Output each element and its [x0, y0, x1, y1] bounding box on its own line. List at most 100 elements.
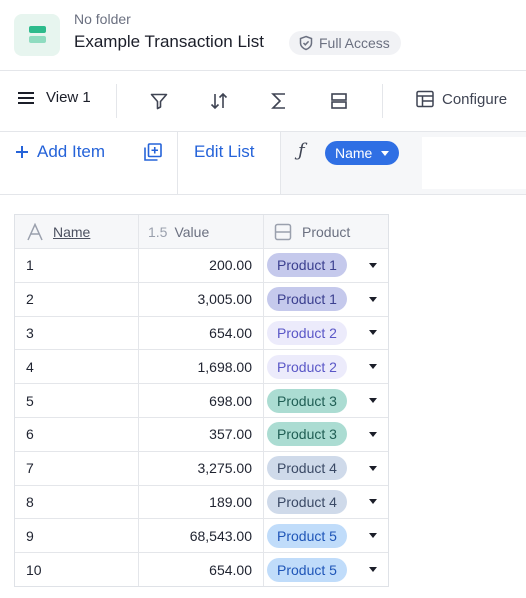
list-title[interactable]: Example Transaction List [74, 32, 264, 52]
product-cell[interactable]: Product 4 [264, 486, 388, 519]
list-app-icon [14, 14, 60, 56]
product-cell[interactable]: Product 2 [264, 317, 388, 350]
name-cell[interactable]: 2 [15, 282, 139, 316]
name-cell[interactable]: 7 [15, 451, 139, 485]
value-cell[interactable]: 698.00 [139, 384, 264, 417]
formula-bar: ƒ Name [280, 132, 526, 194]
chevron-down-icon[interactable] [369, 330, 377, 336]
product-cell[interactable]: Product 5 [264, 519, 388, 552]
value-cell[interactable]: 189.00 [139, 485, 264, 519]
value-cell[interactable]: 357.00 [139, 417, 264, 451]
add-multiple-button[interactable] [144, 143, 162, 166]
product-cell[interactable]: Product 3 [264, 418, 388, 451]
chevron-down-icon[interactable] [369, 431, 377, 437]
header: No folder Example Transaction List Full … [0, 0, 526, 70]
product-chip: Product 1 [267, 287, 347, 312]
chevron-down-icon[interactable] [369, 499, 377, 505]
toolbar: View 1 Configure [0, 71, 526, 131]
add-multiple-icon [144, 143, 162, 161]
value-cell[interactable]: 68,543.00 [139, 519, 264, 553]
product-cell[interactable]: Product 1 [264, 249, 388, 282]
chevron-down-icon[interactable] [369, 364, 377, 370]
access-badge[interactable]: Full Access [289, 31, 401, 55]
table-row[interactable]: 6 357.00 Product 3 [15, 416, 388, 451]
text-type-icon [27, 222, 43, 240]
view-selector-button[interactable]: View 1 [18, 89, 91, 106]
table-row[interactable]: 8 189.00 Product 4 [15, 484, 388, 519]
name-cell[interactable]: 9 [15, 519, 139, 553]
formula-icon: ƒ [298, 140, 305, 161]
value-cell[interactable]: 654.00 [139, 553, 264, 586]
product-chip: Product 4 [267, 456, 347, 481]
filter-icon [150, 93, 168, 110]
add-item-button[interactable]: Add Item [15, 142, 105, 162]
toolbar-separator [116, 84, 117, 118]
product-chip: Product 3 [267, 422, 347, 447]
summary-button[interactable] [270, 91, 288, 111]
access-label: Full Access [319, 35, 390, 51]
chevron-down-icon[interactable] [369, 398, 377, 404]
chevron-down-icon[interactable] [369, 465, 377, 471]
product-cell[interactable]: Product 2 [264, 350, 388, 383]
product-chip: Product 5 [267, 557, 347, 582]
group-button[interactable] [330, 91, 348, 111]
product-cell[interactable]: Product 1 [264, 283, 388, 316]
action-bar: Add Item Edit List ƒ Name [0, 132, 526, 194]
table-row[interactable]: 9 68,543.00 Product 5 [15, 518, 388, 553]
product-cell[interactable]: Product 3 [264, 384, 388, 417]
name-cell[interactable]: 3 [15, 316, 139, 350]
name-cell[interactable]: 8 [15, 485, 139, 519]
sort-button[interactable] [209, 91, 229, 111]
toolbar-separator [382, 84, 383, 118]
column-label: Value [174, 223, 210, 240]
product-chip: Product 5 [267, 523, 347, 548]
name-cell[interactable]: 1 [15, 249, 139, 282]
table-row[interactable]: 7 3,275.00 Product 4 [15, 450, 388, 485]
value-cell[interactable]: 200.00 [139, 249, 264, 282]
name-cell[interactable]: 4 [15, 350, 139, 384]
product-chip: Product 1 [267, 253, 347, 278]
sum-icon [271, 93, 285, 109]
folder-label[interactable]: No folder [74, 11, 131, 27]
configure-button[interactable]: Configure [415, 89, 507, 109]
name-cell[interactable]: 5 [15, 384, 139, 417]
shield-check-icon [299, 35, 313, 51]
value-cell[interactable]: 654.00 [139, 316, 264, 350]
table-row[interactable]: 1 200.00 Product 1 [15, 248, 388, 282]
value-cell[interactable]: 3,005.00 [139, 282, 264, 316]
chevron-down-icon[interactable] [369, 262, 377, 268]
chevron-down-icon[interactable] [369, 533, 377, 539]
column-header-name[interactable]: Name [15, 215, 139, 248]
product-chip: Product 2 [267, 354, 347, 379]
actionbar-divider [0, 194, 526, 195]
table-row[interactable]: 4 1,698.00 Product 2 [15, 349, 388, 384]
select-type-icon [274, 223, 292, 240]
plus-icon [16, 146, 28, 158]
name-cell[interactable]: 10 [15, 553, 139, 586]
group-icon [331, 93, 347, 109]
product-cell[interactable]: Product 5 [264, 553, 388, 586]
actionbar-separator [280, 132, 281, 194]
table-config-icon [416, 90, 434, 108]
edit-list-button[interactable]: Edit List [194, 142, 254, 162]
value-cell[interactable]: 3,275.00 [139, 451, 264, 485]
table-row[interactable]: 3 654.00 Product 2 [15, 315, 388, 350]
product-chip: Product 4 [267, 489, 347, 514]
column-header-product[interactable]: Product [264, 215, 388, 248]
formula-field-selector[interactable]: Name [325, 141, 400, 165]
filter-button[interactable] [149, 91, 169, 111]
chevron-down-icon[interactable] [369, 296, 377, 302]
hamburger-icon [18, 91, 34, 104]
table-row[interactable]: 2 3,005.00 Product 1 [15, 281, 388, 316]
name-cell[interactable]: 6 [15, 417, 139, 451]
value-cell[interactable]: 1,698.00 [139, 350, 264, 384]
number-type-icon: 1.5 [148, 223, 168, 240]
table-row[interactable]: 5 698.00 Product 3 [15, 383, 388, 417]
product-cell[interactable]: Product 4 [264, 452, 388, 485]
column-header-value[interactable]: 1.5 Value [139, 215, 264, 248]
table-header-row: Name 1.5 Value Product [15, 215, 388, 248]
chevron-down-icon[interactable] [369, 567, 377, 573]
formula-input[interactable] [422, 137, 526, 189]
table-row[interactable]: 10 654.00 Product 5 [15, 552, 388, 586]
add-item-label: Add Item [37, 142, 106, 161]
